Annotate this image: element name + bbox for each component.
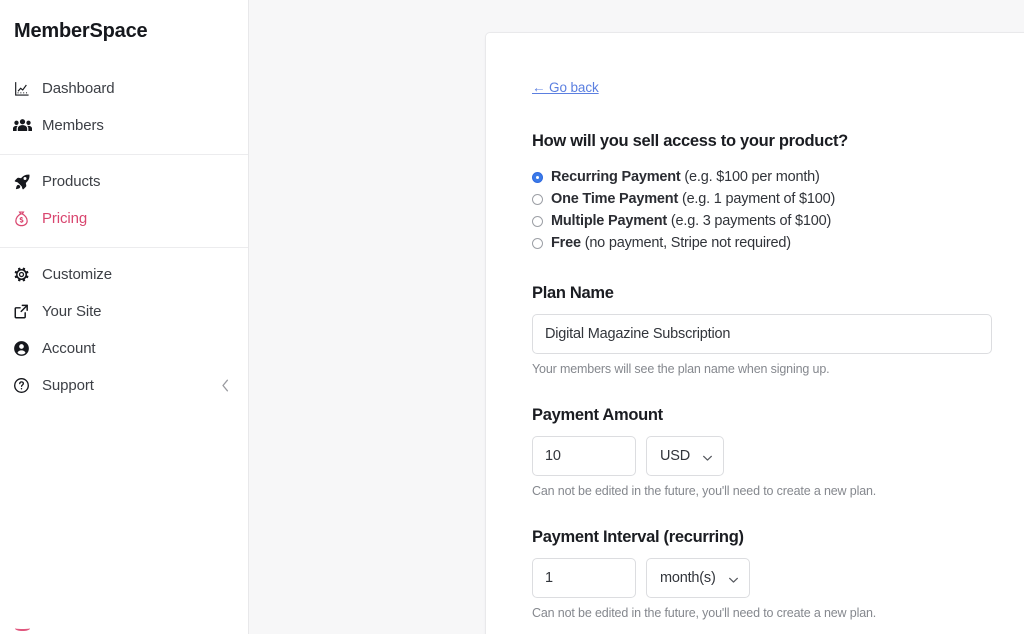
sidebar-item-label: Account (42, 340, 96, 357)
plan-name-input[interactable] (532, 314, 992, 354)
radio-option-hint: (e.g. $100 per month) (684, 169, 820, 185)
nav-group-settings: Customize Your Site Account Support (0, 247, 248, 414)
currency-select-wrap: USD (646, 436, 724, 476)
sidebar-item-pricing[interactable]: Pricing (0, 200, 248, 237)
radio-mark-icon[interactable] (532, 171, 543, 183)
radio-mark-icon[interactable] (532, 237, 543, 249)
radio-option-hint: (no payment, Stripe not required) (584, 235, 791, 251)
plan-name-helper-text: Your members will see the plan name when… (532, 362, 830, 376)
radio-mark-icon[interactable] (532, 193, 543, 205)
main-content: ← Go back How will you sell access to yo… (249, 0, 1024, 634)
payment-amount-label: Payment Amount (532, 406, 663, 424)
plan-name-label: Plan Name (532, 284, 614, 302)
payment-interval-helper-text: Can not be edited in the future, you'll … (532, 606, 877, 620)
money-bag-icon (13, 209, 34, 228)
go-back-link[interactable]: ← Go back (532, 80, 599, 95)
radio-option-free[interactable]: Free (no payment, Stripe not required) (532, 232, 991, 254)
brand-name: MemberSpace (14, 19, 148, 42)
radio-option-title: Recurring Payment (551, 169, 681, 185)
interval-unit-select[interactable]: month(s) (646, 558, 750, 598)
sidebar-item-label: Support (42, 377, 94, 394)
brand-logo[interactable]: MemberSpace (0, 0, 248, 631)
plan-name-field-block: Plan Name Your members will see the plan… (532, 284, 992, 376)
external-link-icon (13, 302, 34, 321)
radio-option-hint: (e.g. 1 payment of $100) (681, 191, 836, 207)
chart-line-icon (13, 79, 34, 98)
interval-unit-select-wrap: month(s) (646, 558, 750, 598)
question-circle-icon (13, 376, 34, 395)
payment-interval-field-block: Payment Interval (recurring) month(s) Ca… (532, 528, 991, 620)
currency-select[interactable]: USD (646, 436, 724, 476)
sidebar-item-label: Products (42, 173, 101, 190)
radio-mark-icon[interactable] (532, 215, 543, 227)
payment-interval-input[interactable] (532, 558, 636, 598)
nav-group-primary: Dashboard Members (0, 62, 248, 154)
radio-option-title: Multiple Payment (551, 213, 668, 229)
brand-swoosh-icon (15, 624, 30, 631)
sidebar-item-dashboard[interactable]: Dashboard (0, 70, 248, 107)
sidebar-item-account[interactable]: Account (0, 330, 248, 367)
radio-option-one-time-payment[interactable]: One Time Payment (e.g. 1 payment of $100… (532, 188, 991, 210)
sell-access-question-heading: How will you sell access to your product… (532, 132, 848, 150)
sidebar-item-customize[interactable]: Customize (0, 256, 248, 293)
nav-group-catalog: Products Pricing (0, 154, 248, 247)
payment-amount-field-block: Payment Amount USD Can not be edited in … (532, 406, 991, 498)
sidebar-item-label: Customize (42, 266, 112, 283)
radio-option-recurring-payment[interactable]: Recurring Payment (e.g. $100 per month) (532, 166, 991, 188)
radio-option-title: One Time Payment (551, 191, 679, 207)
sidebar-item-support[interactable]: Support (0, 367, 248, 404)
plan-form-card: ← Go back How will you sell access to yo… (485, 32, 1024, 634)
person-circle-icon (13, 339, 34, 358)
gear-icon (13, 265, 34, 284)
payment-interval-row: month(s) (532, 558, 991, 598)
sidebar-item-your-site[interactable]: Your Site (0, 293, 248, 330)
sidebar-item-label: Members (42, 117, 104, 134)
sidebar-item-products[interactable]: Products (0, 163, 248, 200)
radio-option-title: Free (551, 235, 581, 251)
payment-amount-input[interactable] (532, 436, 636, 476)
sell-access-radio-group: Recurring Payment (e.g. $100 per month) … (532, 166, 991, 254)
app-root: MemberSpace Dashboard Members Products P… (0, 0, 1024, 634)
rocket-icon (13, 172, 34, 191)
payment-amount-helper-text: Can not be edited in the future, you'll … (532, 484, 877, 498)
sidebar-item-label: Pricing (42, 210, 88, 227)
payment-amount-row: USD (532, 436, 991, 476)
sidebar-collapse-chevron-left-icon[interactable] (218, 379, 232, 393)
people-icon (13, 116, 34, 135)
sidebar-item-label: Your Site (42, 303, 102, 320)
radio-option-multiple-payment[interactable]: Multiple Payment (e.g. 3 payments of $10… (532, 210, 991, 232)
sidebar: MemberSpace Dashboard Members Products P… (0, 0, 249, 634)
payment-interval-label: Payment Interval (recurring) (532, 528, 744, 546)
radio-option-hint: (e.g. 3 payments of $100) (670, 213, 832, 229)
sidebar-item-members[interactable]: Members (0, 107, 248, 144)
sidebar-item-label: Dashboard (42, 80, 115, 97)
